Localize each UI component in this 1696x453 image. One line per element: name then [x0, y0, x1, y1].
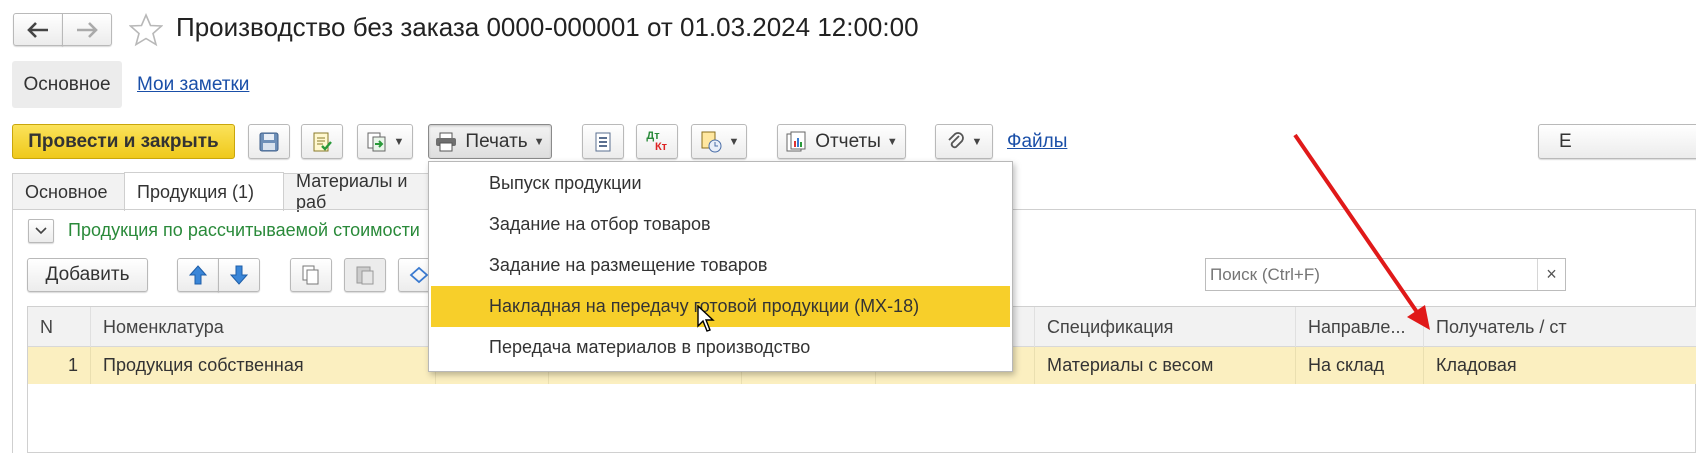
row-item-cell: Продукция собственная	[91, 347, 436, 384]
chevron-down-icon	[35, 227, 47, 235]
save-button[interactable]	[248, 124, 290, 159]
tab-main[interactable]: Основное	[12, 173, 125, 210]
row-item: Продукция собственная	[103, 355, 304, 375]
column-header-recipient[interactable]: Получатель / ст	[1424, 307, 1696, 347]
menu-item-output[interactable]: Выпуск продукции	[429, 163, 1012, 204]
print-button[interactable]: Печать ▼	[428, 124, 552, 159]
arrow-right-icon	[76, 21, 98, 38]
row-recipient: Кладовая	[1436, 355, 1517, 375]
row-recipient-cell: Кладовая	[1424, 347, 1696, 384]
column-header-label: Получатель / ст	[1436, 316, 1567, 337]
copy-icon	[301, 264, 321, 286]
menu-item-pick-task[interactable]: Задание на отбор товаров	[429, 204, 1012, 245]
floppy-icon	[258, 131, 280, 153]
notes-link[interactable]: Мои заметки	[137, 74, 249, 96]
tab-materials-label: Материалы и раб	[296, 171, 408, 212]
row-n-cell: 1	[28, 347, 91, 384]
row-n: 1	[67, 355, 78, 375]
menu-item-label: Выпуск продукции	[489, 173, 642, 193]
related-docs-button[interactable]: ▼	[691, 124, 747, 159]
arrow-left-icon	[27, 21, 49, 38]
kt-label: Кт	[654, 140, 668, 153]
row-direction: На склад	[1308, 355, 1385, 375]
tab-products-label: Продукция (1)	[137, 181, 255, 202]
chevron-down-icon: ▼	[728, 135, 740, 148]
printer-icon	[435, 132, 457, 152]
star-icon[interactable]	[128, 12, 164, 48]
tab-products[interactable]: Продукция (1)	[124, 172, 284, 211]
copy-button[interactable]	[290, 258, 332, 292]
menu-item-placement-task[interactable]: Задание на размещение товаров	[429, 245, 1012, 286]
reports-button[interactable]: Отчеты ▼	[777, 124, 906, 159]
column-header-label: N	[40, 316, 53, 337]
fill-icon	[409, 265, 429, 285]
mouse-cursor-icon	[697, 304, 717, 333]
close-icon: ×	[1546, 264, 1557, 284]
more-button-label: Е	[1559, 130, 1572, 152]
post-close-button[interactable]: Провести и закрыть	[12, 124, 235, 159]
tab-main-label: Основное	[25, 181, 108, 202]
add-button[interactable]: Добавить	[27, 258, 148, 292]
files-link[interactable]: Файлы	[1007, 131, 1067, 153]
nav-main[interactable]: Основное	[12, 61, 122, 108]
annotation-arrow-icon	[1293, 133, 1430, 330]
row-direction-cell: На склад	[1296, 347, 1424, 384]
create-based-icon	[366, 131, 388, 153]
chevron-down-icon: ▼	[886, 135, 898, 148]
menu-item-mx18-invoice[interactable]: Накладная на передачу готовой продукции …	[431, 286, 1010, 327]
search-clear-button[interactable]: ×	[1537, 259, 1565, 290]
arrow-up-icon	[189, 265, 207, 285]
attach-button[interactable]: ▼	[935, 124, 993, 159]
nav-main-label: Основное	[23, 73, 111, 95]
chevron-down-icon: ▼	[393, 135, 405, 148]
tab-materials[interactable]: Материалы и раб	[283, 171, 443, 212]
menu-item-materials-transfer[interactable]: Передача материалов в производство	[429, 327, 1012, 368]
chevron-down-icon: ▼	[971, 135, 983, 148]
column-header-label: Спецификация	[1047, 316, 1174, 337]
column-header-label: Номенклатура	[103, 316, 224, 337]
column-header-spec[interactable]: Спецификация	[1035, 307, 1296, 347]
create-based-button[interactable]: ▼	[357, 124, 413, 159]
print-menu: Выпуск продукции Задание на отбор товаро…	[428, 161, 1013, 372]
dt-kt-button[interactable]: Дт Кт	[636, 124, 678, 159]
menu-item-label: Передача материалов в производство	[489, 337, 811, 357]
move-up-button[interactable]	[177, 258, 219, 292]
post-button[interactable]	[301, 124, 343, 159]
add-label: Добавить	[45, 264, 130, 285]
column-header-item[interactable]: Номенклатура	[91, 307, 436, 347]
arrow-down-icon	[230, 265, 248, 285]
print-label: Печать	[465, 130, 528, 152]
move-down-button[interactable]	[218, 258, 260, 292]
menu-item-label: Задание на размещение товаров	[489, 255, 768, 275]
reports-label: Отчеты	[815, 130, 881, 152]
more-button[interactable]: Е	[1538, 124, 1696, 159]
structure-button[interactable]	[582, 124, 624, 159]
paste-icon	[355, 264, 375, 286]
column-header-n[interactable]: N	[28, 307, 91, 347]
related-documents-icon	[699, 130, 723, 154]
report-icon	[785, 131, 807, 153]
menu-item-label: Задание на отбор товаров	[489, 214, 711, 234]
paperclip-icon	[946, 131, 966, 153]
row-spec-cell: Материалы с весом	[1035, 347, 1296, 384]
chevron-down-icon: ▼	[533, 135, 545, 148]
post-close-label: Провести и закрыть	[28, 130, 219, 152]
section-collapse-button[interactable]	[28, 219, 54, 243]
dt-label: Дт	[646, 129, 660, 142]
forward-button[interactable]	[62, 13, 112, 46]
row-spec: Материалы с весом	[1047, 355, 1214, 375]
page-title: Производство без заказа 0000-000001 от 0…	[176, 12, 919, 42]
paste-button[interactable]	[344, 258, 386, 292]
list-icon	[594, 131, 612, 153]
post-document-icon	[310, 130, 334, 154]
back-button[interactable]	[13, 13, 63, 46]
section-title: Продукция по рассчитываемой стоимости	[68, 220, 420, 240]
